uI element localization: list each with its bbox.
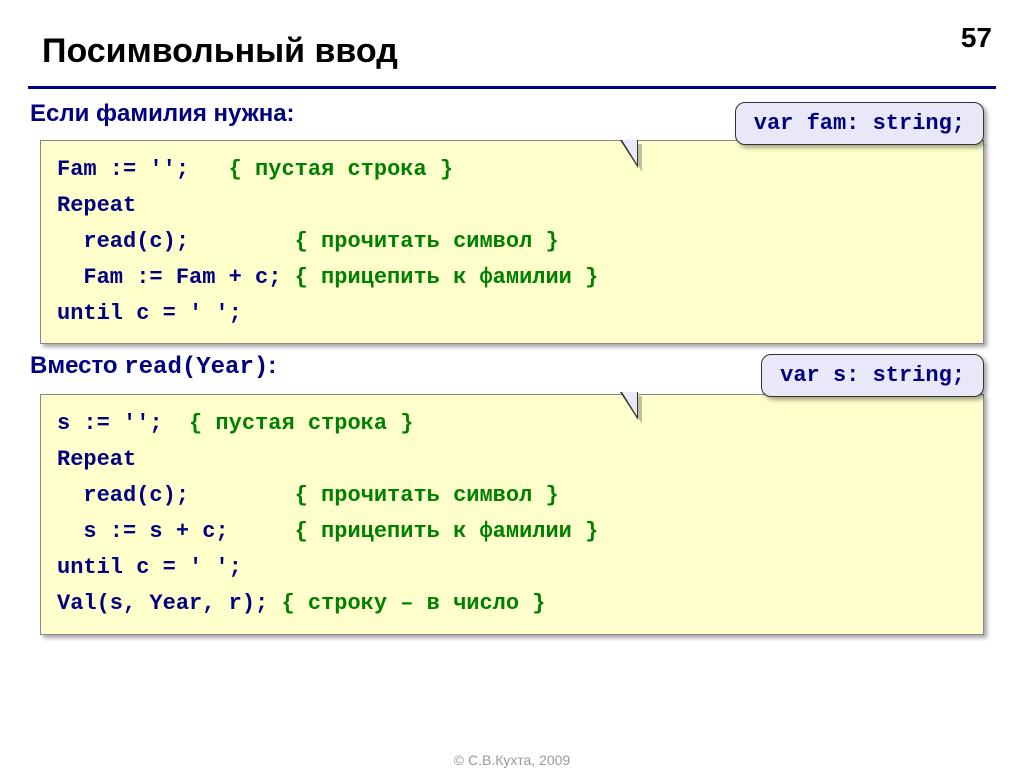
code-block-2: s := ''; { пустая строка } Repeat read(c…: [40, 394, 984, 635]
code1-line4-code: Fam := Fam + c;: [57, 265, 295, 290]
code1-line1-comment: { пустая строка }: [229, 157, 453, 182]
code2-line3-code: read(c);: [57, 483, 295, 508]
title-divider: [28, 86, 996, 89]
code1-line4-comment: { прицепить к фамилии }: [295, 265, 599, 290]
callout-2: var s: string;: [761, 354, 984, 397]
slide-title: Посимвольный ввод: [42, 32, 398, 71]
code1-line5: until c = ' ';: [57, 301, 242, 326]
footer-copyright: © С.В.Кухта, 2009: [0, 752, 1024, 768]
code1-line3-code: read(c);: [57, 229, 295, 254]
code2-line4-comment: { прицепить к фамилии }: [295, 519, 599, 544]
page-number: 57: [961, 22, 992, 54]
subheading-2: Вместо read(Year):: [30, 352, 276, 381]
code2-line5: until c = ' ';: [57, 555, 242, 580]
code2-line1-comment: { пустая строка }: [189, 411, 413, 436]
code2-line2: Repeat: [57, 447, 136, 472]
code2-line6-code: Val(s, Year, r);: [57, 591, 281, 616]
code2-line6-comment: { строку – в число }: [281, 591, 545, 616]
code1-line3-comment: { прочитать символ }: [295, 229, 559, 254]
code2-line1-code: s := '';: [57, 411, 189, 436]
code2-line3-comment: { прочитать символ }: [295, 483, 559, 508]
code1-line1-code: Fam := '';: [57, 157, 229, 182]
code2-line4-code: s := s + c;: [57, 519, 295, 544]
subhead2-pre: Вместо: [30, 352, 124, 379]
subheading-1: Если фамилия нужна:: [30, 100, 295, 128]
callout-1: var fam: string;: [735, 102, 984, 145]
subhead2-post: :: [268, 352, 276, 379]
code-block-1: Fam := ''; { пустая строка } Repeat read…: [40, 140, 984, 344]
code1-line2: Repeat: [57, 193, 136, 218]
subhead2-mono: read(Year): [124, 354, 268, 381]
